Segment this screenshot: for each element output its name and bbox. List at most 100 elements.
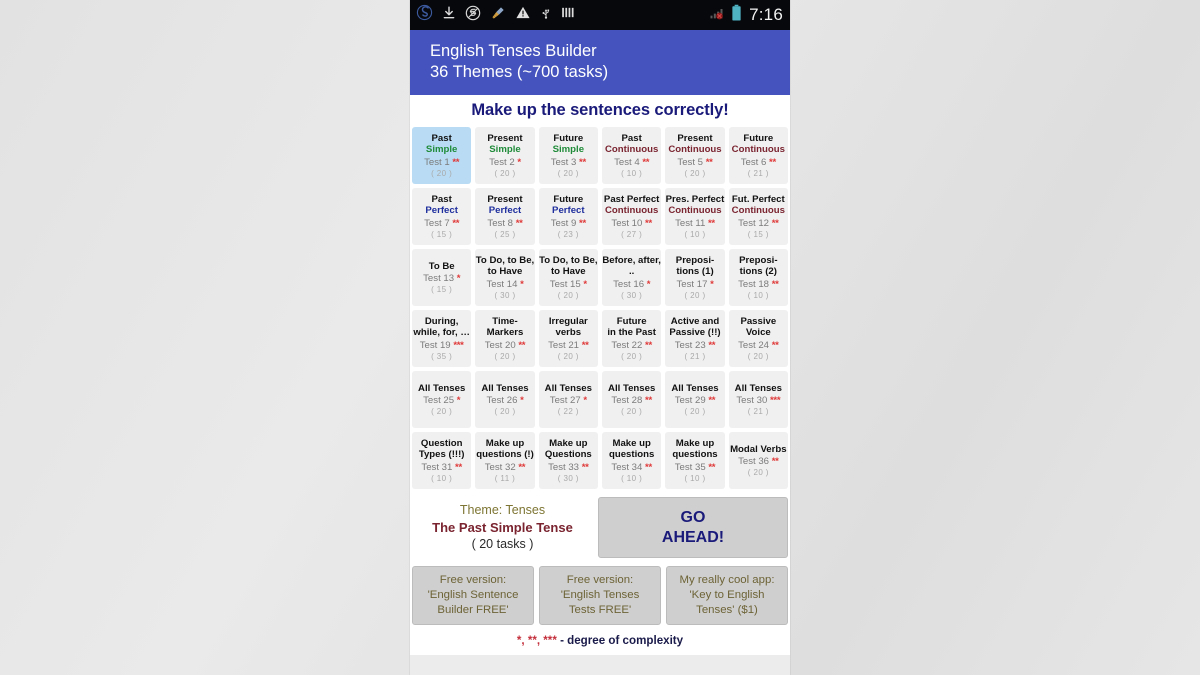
test-tile[interactable]: Future Simple Test 3 **( 20 )	[538, 127, 598, 185]
test-tile[interactable]: All Tenses Test 26 *( 20 )	[475, 371, 535, 429]
tile-test-number: Test 33	[548, 461, 580, 473]
tile-task-count: ( 20 )	[431, 407, 453, 417]
test-tile[interactable]: All Tenses Test 27 *( 22 )	[538, 371, 598, 429]
test-tile[interactable]: Pres. Perfect Continuous Test 11 **( 10 )	[665, 188, 725, 246]
tile-line1: To Do, to Be,	[475, 255, 535, 267]
test-tile[interactable]: Past Simple Test 1 **( 20 )	[412, 127, 472, 185]
tile-difficulty-stars: **	[771, 456, 779, 467]
test-tile[interactable]: Fut. Perfect Continuous Test 12 **( 15 )	[728, 188, 788, 246]
app-title: English Tenses Builder	[430, 42, 597, 60]
tile-task-count: ( 20 )	[431, 168, 453, 178]
bottom-filler	[410, 655, 790, 675]
test-tile[interactable]: Make up questions Test 35 **( 10 )	[665, 432, 725, 490]
promo-line1: My really cool app:	[679, 574, 775, 587]
tile-line1: Before, after,	[602, 255, 661, 267]
promo-line3: Tests FREE'	[568, 604, 632, 617]
test-tile[interactable]: To Do, to Be, to Have Test 15 *( 20 )	[538, 249, 598, 307]
tile-difficulty-stars: **	[708, 217, 715, 229]
tile-test-number: Test 20	[484, 339, 516, 351]
test-tile[interactable]: Passive Voice Test 24 **( 20 )	[728, 310, 788, 368]
tile-line2: Continuous	[605, 144, 659, 156]
battery-icon	[731, 4, 742, 27]
warning-icon	[515, 5, 531, 25]
tile-test-line: Test 33 **	[548, 461, 589, 473]
tile-test-line: Test 20 **	[484, 339, 526, 351]
legend-stars: *, **, ***	[516, 634, 557, 648]
tile-difficulty-stars: *	[583, 395, 587, 406]
tile-difficulty-stars: *	[456, 395, 461, 406]
tile-difficulty-stars: **	[771, 278, 779, 290]
promo-button[interactable]: Free version: 'English Sentence Builder FR…	[412, 566, 534, 626]
tile-test-number: Test 1	[424, 156, 450, 168]
test-tile[interactable]: During, while, for, … Test 19 ***( 35 )	[412, 310, 472, 368]
test-tile[interactable]: Present Continuous Test 5 **( 20 )	[665, 127, 725, 185]
go-ahead-line1: GO	[680, 508, 706, 526]
test-tile[interactable]: Past Perfect Test 7 **( 15 )	[412, 188, 472, 246]
tile-task-count: ( 10 )	[684, 229, 706, 239]
test-tile[interactable]: Before, after,.. Test 16 *( 30 )	[601, 249, 662, 307]
promo-button[interactable]: Free version: 'English Tenses Tests FREE'	[539, 566, 661, 626]
tile-test-number: Test 11	[675, 217, 706, 229]
test-tile[interactable]: Time- Markers Test 20 **( 20 )	[475, 310, 535, 368]
test-tile[interactable]: Active and Passive (!!) Test 23 **( 21 )	[665, 310, 725, 368]
tile-difficulty-stars: *	[456, 273, 461, 284]
test-tile[interactable]: Make up Questions Test 33 **( 30 )	[538, 432, 598, 490]
sync-icon	[465, 5, 481, 26]
tile-test-number: Test 32	[484, 461, 516, 473]
test-tile[interactable]: Present Perfect Test 8 **( 25 )	[475, 188, 535, 246]
test-tile[interactable]: Past Perfect Continuous Test 10 **( 27 )	[601, 188, 662, 246]
test-tile[interactable]: Preposi-tions (1) Test 17 *( 20 )	[665, 249, 725, 307]
tile-line2: Types (!!!)	[418, 449, 465, 461]
test-tile[interactable]: All Tenses Test 28 **( 20 )	[601, 371, 662, 429]
tile-line1: Past	[431, 194, 452, 206]
tile-test-number: Test 29	[674, 395, 706, 406]
tile-task-count: ( 20 )	[684, 407, 706, 417]
test-tile[interactable]: Preposi-tions (2) Test 18 **( 10 )	[728, 249, 788, 307]
test-tile[interactable]: Modal Verbs Test 36 **( 20 )	[728, 432, 788, 490]
tile-difficulty-stars: **	[642, 156, 650, 168]
tile-test-number: Test 30	[736, 395, 768, 406]
status-bar-right-icons: 7:16	[708, 4, 783, 27]
tile-line1: Make up	[549, 438, 588, 450]
tile-task-count: ( 20 )	[621, 351, 643, 361]
test-tile[interactable]: Future in the Past Test 22 **( 20 )	[601, 310, 662, 368]
test-tile[interactable]: Question Types (!!!) Test 31 **( 10 )	[412, 432, 472, 490]
tile-line1: Past	[621, 133, 642, 145]
test-tile[interactable]: Future Continuous Test 6 **( 21 )	[728, 127, 788, 185]
promo-button[interactable]: My really cool app: 'Key to English Tenses…	[666, 566, 788, 626]
test-tile[interactable]: Past Continuous Test 4 **( 10 )	[601, 127, 662, 185]
tile-task-count: ( 20 )	[494, 351, 516, 361]
promo-line2: 'English Tenses	[560, 589, 640, 602]
promo-line2: 'English Sentence	[427, 589, 519, 602]
test-tile[interactable]: All Tenses Test 25 *( 20 )	[412, 371, 472, 429]
tile-line2: Continuous	[668, 205, 722, 217]
tile-difficulty-stars: ***	[769, 395, 781, 406]
go-ahead-button[interactable]: GO AHEAD!	[598, 497, 788, 559]
promo-line3: Builder FREE'	[437, 604, 509, 617]
tile-test-number: Test 13	[423, 273, 455, 284]
tile-difficulty-stars: *	[520, 395, 524, 406]
test-tile[interactable]: To Do, to Be, to Have Test 14 *( 30 )	[475, 249, 535, 307]
tile-test-line: Test 8 **	[487, 218, 522, 229]
app-subtitle: 36 Themes (~700 tasks)	[430, 63, 609, 82]
tile-line2: questions	[672, 449, 718, 461]
tile-test-line: Test 1 **	[424, 157, 459, 168]
tile-test-number: Test 35	[674, 461, 706, 473]
test-tile[interactable]: Make up questions (!) Test 32 **( 11 )	[475, 432, 535, 490]
test-tile[interactable]: Irregular verbs Test 21 **( 20 )	[538, 310, 598, 368]
test-tile[interactable]: Present Simple Test 2 *( 20 )	[475, 127, 535, 185]
tile-test-line: Test 22 **	[611, 340, 652, 351]
tile-test-number: Test 16	[613, 278, 645, 290]
tile-line1: Future	[743, 133, 774, 145]
test-tile[interactable]: Make up questions Test 34 **( 10 )	[601, 432, 662, 490]
test-tile[interactable]: All Tenses Test 29 **( 20 )	[665, 371, 725, 429]
tile-difficulty-stars: **	[708, 339, 716, 351]
tile-line2: verbs	[555, 327, 582, 339]
broom-icon	[490, 5, 506, 26]
test-tile[interactable]: All Tenses Test 30 ***( 21 )	[728, 371, 788, 429]
test-tile[interactable]: Future Perfect Test 9 **( 23 )	[538, 188, 598, 246]
tile-task-count: ( 20 )	[747, 351, 769, 361]
tile-test-number: Test 2	[489, 156, 515, 168]
test-tile[interactable]: To Be Test 13 *( 15 )	[412, 249, 472, 307]
main-content: Make up the sentences correctly! Past Sim…	[410, 95, 790, 658]
